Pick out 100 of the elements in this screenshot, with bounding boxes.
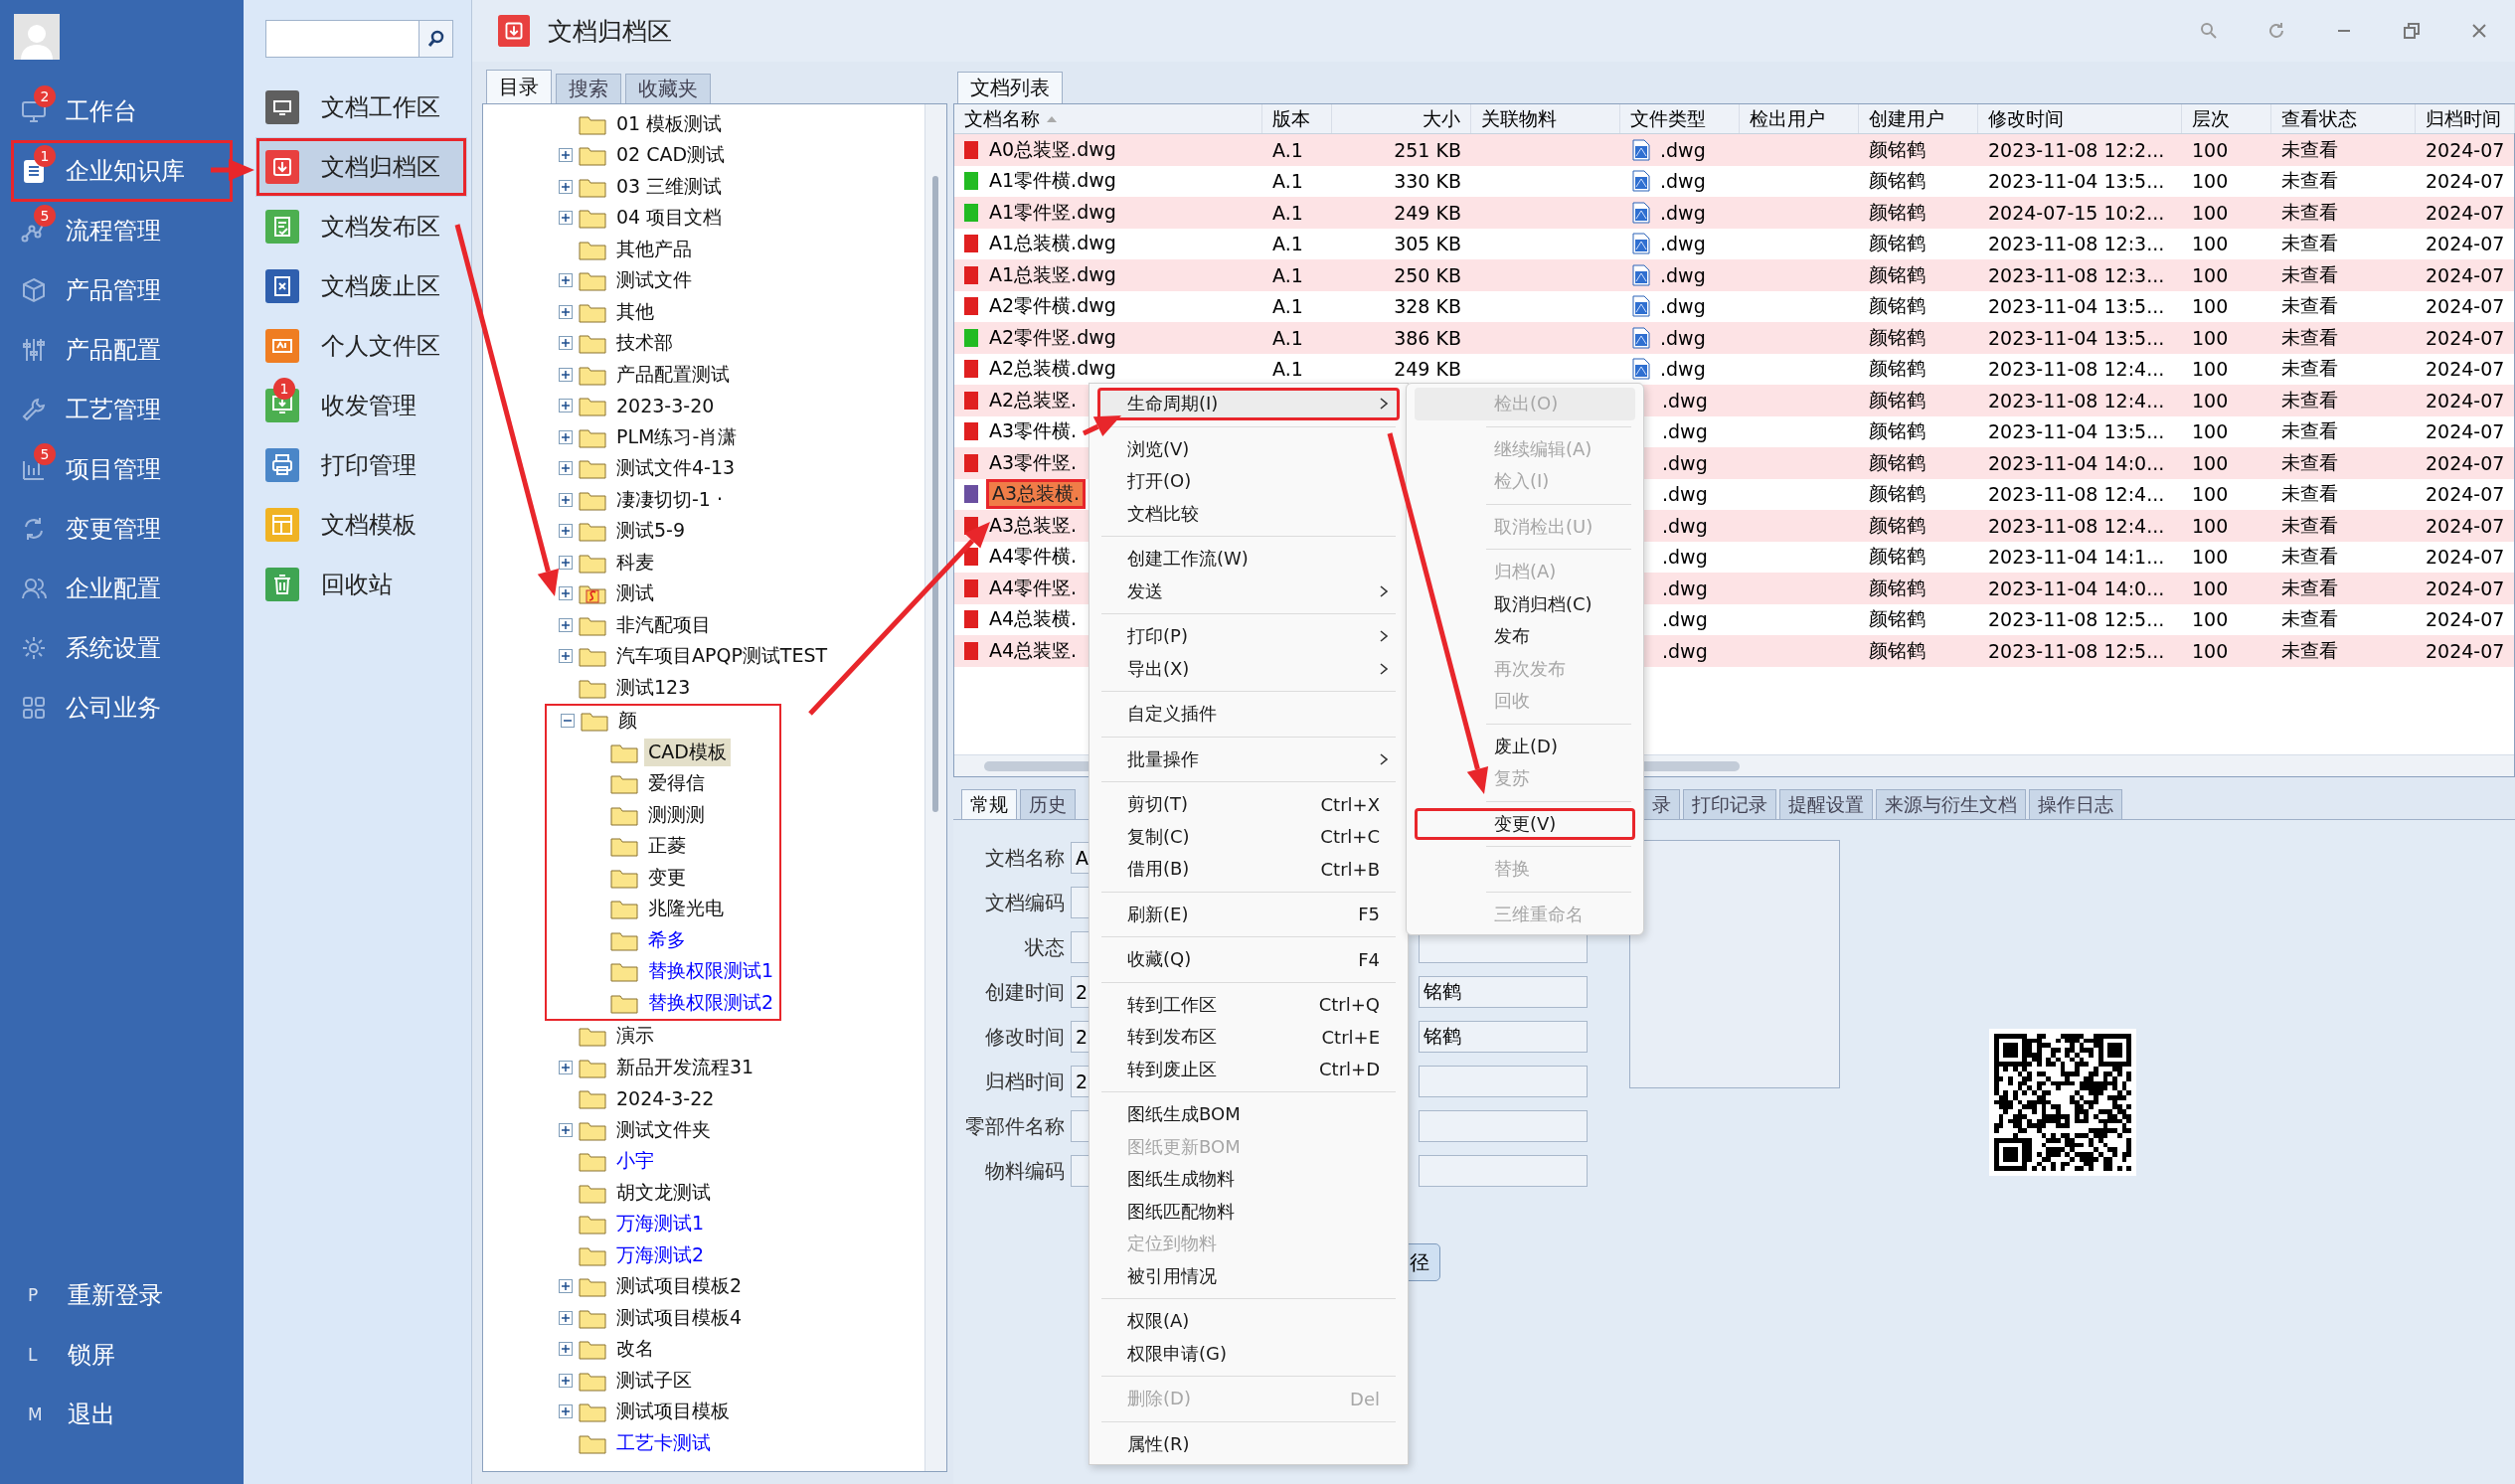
- column-header[interactable]: 大小: [1332, 104, 1471, 133]
- tab[interactable]: 文档列表: [957, 72, 1063, 103]
- nav-footer-item[interactable]: L 锁屏: [0, 1325, 244, 1385]
- expand-icon[interactable]: [559, 555, 573, 570]
- tab[interactable]: 搜索: [556, 74, 621, 103]
- tree-item[interactable]: 科麦: [612, 548, 658, 577]
- tree-item[interactable]: 测测测: [644, 800, 709, 829]
- tab[interactable]: 录: [1643, 789, 1680, 819]
- tree-item[interactable]: 04 项目文档: [612, 204, 727, 233]
- expand-icon[interactable]: [559, 148, 573, 163]
- input-field[interactable]: [1419, 1066, 1588, 1097]
- subnav-item[interactable]: 个人文件区: [244, 316, 467, 376]
- column-header[interactable]: 关联物料: [1471, 104, 1620, 133]
- tree-item[interactable]: 测试文件夹: [612, 1115, 715, 1144]
- tree-item[interactable]: 02 CAD测试: [612, 141, 730, 170]
- menu-item[interactable]: 复制(C) Ctrl+C: [1097, 820, 1400, 853]
- column-header[interactable]: 版本: [1262, 104, 1332, 133]
- menu-item[interactable]: 权限申请(G): [1097, 1337, 1400, 1370]
- input-field[interactable]: 铭鹤: [1419, 976, 1588, 1008]
- tree-item[interactable]: 工艺卡测试: [612, 1428, 715, 1457]
- tree-item[interactable]: 正菱: [644, 832, 690, 861]
- tree-item[interactable]: 测试123: [612, 673, 695, 702]
- expand-icon[interactable]: [559, 211, 573, 226]
- collapse-icon[interactable]: [561, 714, 575, 729]
- expand-icon[interactable]: [559, 429, 573, 444]
- refresh-icon[interactable]: [2266, 21, 2286, 41]
- tab[interactable]: 操作日志: [2029, 789, 2122, 819]
- tree-item[interactable]: 兆隆光电: [644, 895, 728, 923]
- nav-item[interactable]: 企业配置: [12, 559, 232, 618]
- tree-item[interactable]: 测试项目模板: [612, 1398, 734, 1426]
- tree-item[interactable]: 演示: [612, 1022, 658, 1051]
- table-row[interactable]: A1总装竖.dwg A.1 250 KB .dwg 颜铭鹤 2023-11-08 12:3... 100 未查看 2024-07: [954, 259, 2514, 291]
- menu-item[interactable]: 权限(A): [1097, 1305, 1400, 1338]
- subnav-item[interactable]: 收发管理 1: [244, 376, 467, 435]
- menu-item[interactable]: 剪切(T) Ctrl+X: [1097, 788, 1400, 821]
- nav-item[interactable]: 企业知识库 1: [12, 141, 232, 201]
- menu-item[interactable]: 属性(R): [1097, 1427, 1400, 1460]
- subnav-item[interactable]: 文档发布区: [244, 197, 467, 256]
- tree-item[interactable]: 汽车项目APQP测试TEST: [612, 642, 832, 671]
- expand-icon[interactable]: [559, 586, 573, 601]
- expand-icon[interactable]: [559, 336, 573, 351]
- subnav-item[interactable]: 文档废止区: [244, 256, 467, 316]
- tree-item[interactable]: 测试项目模板2: [612, 1272, 747, 1301]
- expand-icon[interactable]: [559, 1060, 573, 1074]
- tree-item[interactable]: 改名: [612, 1335, 658, 1364]
- nav-item[interactable]: 系统设置: [12, 618, 232, 678]
- expand-icon[interactable]: [559, 179, 573, 194]
- column-header[interactable]: 查看状态: [2271, 104, 2416, 133]
- tree-item[interactable]: 颜: [614, 707, 641, 736]
- expand-icon[interactable]: [559, 367, 573, 382]
- tree-item[interactable]: 变更: [644, 863, 690, 892]
- tree-item[interactable]: 01 模板测试: [612, 109, 727, 138]
- menu-item[interactable]: 变更(V): [1415, 807, 1635, 840]
- nav-item[interactable]: 产品管理: [12, 260, 232, 320]
- column-header[interactable]: 修改时间: [1978, 104, 2182, 133]
- expand-icon[interactable]: [559, 649, 573, 664]
- expand-icon[interactable]: [559, 1373, 573, 1388]
- tree-item[interactable]: 非汽配项目: [612, 610, 715, 639]
- menu-item[interactable]: 转到工作区 Ctrl+Q: [1097, 988, 1400, 1021]
- expand-icon[interactable]: [559, 1310, 573, 1325]
- table-row[interactable]: A0总装竖.dwg A.1 251 KB .dwg 颜铭鹤 2023-11-08 12:2... 100 未查看 2024-07: [954, 134, 2514, 166]
- expand-icon[interactable]: [559, 273, 573, 288]
- tab[interactable]: 收藏夹: [625, 74, 711, 103]
- nav-item[interactable]: 工作台 2: [12, 82, 232, 141]
- tree-item[interactable]: 凄凄切切-1 ·: [612, 485, 728, 514]
- tree-item[interactable]: 爱得信: [644, 769, 709, 798]
- subnav-item[interactable]: 文档工作区: [244, 78, 467, 137]
- column-header[interactable]: 文档名称: [954, 104, 1262, 133]
- expand-icon[interactable]: [559, 304, 573, 319]
- tree-item[interactable]: 其他产品: [612, 235, 696, 263]
- column-header[interactable]: 层次: [2182, 104, 2271, 133]
- input-field[interactable]: [1419, 1110, 1588, 1142]
- subnav-item[interactable]: 文档归档区: [255, 137, 467, 197]
- subnav-item[interactable]: 回收站: [244, 555, 467, 614]
- menu-item[interactable]: 批量操作: [1097, 742, 1400, 775]
- tree-item[interactable]: 2023-3-20: [612, 394, 719, 418]
- subnav-item[interactable]: 打印管理: [244, 435, 467, 495]
- tree-item[interactable]: 万海测试2: [612, 1240, 709, 1269]
- menu-item[interactable]: 转到发布区 Ctrl+E: [1097, 1021, 1400, 1054]
- column-header[interactable]: 检出用户: [1740, 104, 1859, 133]
- nav-item[interactable]: 工艺管理: [12, 380, 232, 439]
- expand-icon[interactable]: [559, 1342, 573, 1357]
- expand-icon[interactable]: [559, 1404, 573, 1419]
- tree-item[interactable]: 万海测试1: [612, 1210, 709, 1238]
- expand-icon[interactable]: [559, 399, 573, 413]
- tree-item[interactable]: 希多: [644, 925, 690, 954]
- search-icon[interactable]: [2199, 21, 2219, 41]
- menu-item[interactable]: 收藏(Q) F4: [1097, 943, 1400, 976]
- restore-icon[interactable]: [2402, 21, 2422, 41]
- menu-item[interactable]: 废止(D): [1415, 730, 1635, 762]
- tree-item[interactable]: 新品开发流程31: [612, 1053, 758, 1081]
- tree-item[interactable]: 测试: [612, 579, 658, 608]
- tree-item[interactable]: 产品配置测试: [612, 360, 734, 389]
- column-header[interactable]: 文件类型: [1620, 104, 1740, 133]
- column-header[interactable]: 归档时间: [2416, 104, 2515, 133]
- menu-item[interactable]: 转到废止区 Ctrl+D: [1097, 1053, 1400, 1085]
- tree-item[interactable]: PLM练习-肖潇: [612, 422, 742, 451]
- nav-item[interactable]: 流程管理 5: [12, 201, 232, 260]
- nav-item[interactable]: 产品配置: [12, 320, 232, 380]
- tree-item[interactable]: 替换权限测试1: [644, 957, 778, 986]
